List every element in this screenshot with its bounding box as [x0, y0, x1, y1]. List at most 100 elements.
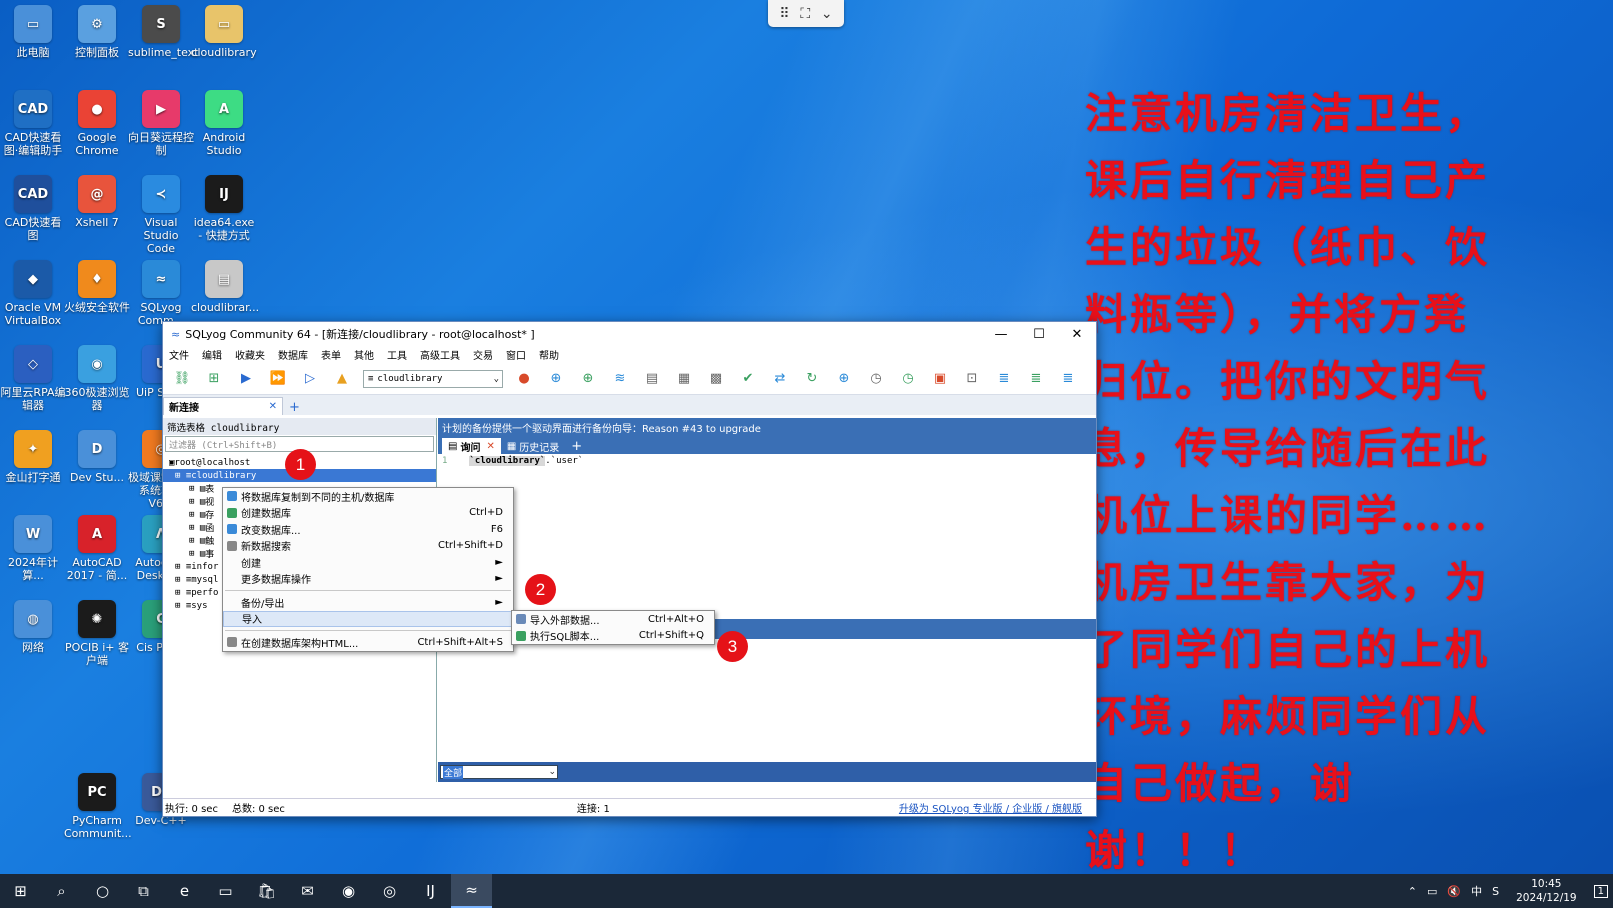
tab-history[interactable]: ▦ 历史记录 — [501, 438, 565, 454]
desktop-icon[interactable]: ≈ SQLyog Comm... — [128, 260, 194, 327]
minimize-button[interactable]: — — [982, 327, 1020, 342]
close-icon[interactable]: ✕ — [269, 401, 277, 412]
close-icon[interactable]: ✕ — [486, 441, 494, 452]
tray-icon[interactable]: 🔇 — [1447, 885, 1461, 898]
taskbar-app-icon[interactable]: ○ — [82, 874, 123, 908]
new-query-icon[interactable]: ⊞ — [203, 368, 225, 390]
sync-icon[interactable]: ≣ — [1025, 368, 1047, 390]
tray-icon[interactable]: S — [1492, 885, 1499, 898]
db-tools-icon[interactable]: ≋ — [609, 368, 631, 390]
menu-item[interactable]: 工具 — [387, 347, 407, 362]
menu-item[interactable]: 表单 — [321, 347, 341, 362]
taskbar-app-icon[interactable]: ◎ — [369, 874, 410, 908]
context-menu-item[interactable]: 新数据搜索 Ctrl+Shift+D — [223, 538, 513, 555]
table-icon[interactable]: ▤ — [641, 368, 663, 390]
info-bar[interactable]: 计划的备份提供一个驱动界面进行备份向导：Reason #43 to upgrad… — [438, 418, 1096, 436]
execute-icon[interactable]: ▶ — [235, 368, 257, 390]
backup-icon[interactable]: ≣ — [1057, 368, 1079, 390]
context-menu-item[interactable]: 更多数据库操作 ► — [223, 571, 513, 588]
menu-item[interactable]: 帮助 — [539, 347, 559, 362]
taskbar-app-icon[interactable]: IJ — [410, 874, 451, 908]
notification-icon[interactable]: 1 — [1593, 884, 1608, 898]
menu-item[interactable]: 收藏夹 — [235, 347, 265, 362]
remote-toolbar[interactable]: ⠿ ⛶ ⌄ — [768, 0, 844, 27]
menu-item[interactable]: 数据库 — [278, 347, 308, 362]
taskbar-app-icon[interactable]: ▭ — [205, 874, 246, 908]
upgrade-link[interactable]: 升级为 SQLyog 专业版 / 企业版 / 旗舰版 — [899, 800, 1082, 815]
taskbar-app-icon[interactable]: ≈ — [451, 874, 492, 908]
context-menu-item[interactable]: 备份/导出 ► — [223, 594, 513, 611]
taskbar-app-icon[interactable]: e — [164, 874, 205, 908]
taskbar-app-icon[interactable]: ⊞ — [0, 874, 41, 908]
desktop-icon[interactable]: A AutoCAD 2017 - 简... — [64, 515, 130, 582]
desktop-icon[interactable]: ⚙ 控制面板 — [64, 5, 130, 59]
desktop-icon[interactable]: ▶ 向日葵远程控制 — [128, 90, 194, 157]
taskbar-app-icon[interactable]: ✉ — [287, 874, 328, 908]
context-menu-item[interactable]: 改变数据库... F6 — [223, 521, 513, 538]
user-icon[interactable]: ● — [513, 368, 535, 390]
designer-icon[interactable]: ⊡ — [961, 368, 983, 390]
desktop-icon[interactable]: ● Google Chrome — [64, 90, 130, 157]
menu-item[interactable]: 编辑 — [202, 347, 222, 362]
grid-icon[interactable]: ⠿ — [779, 6, 789, 22]
desktop-icon[interactable]: A Android Studio — [191, 90, 257, 157]
tray-icon[interactable]: ▭ — [1427, 885, 1437, 898]
context-menu-item[interactable]: 创建 ► — [223, 554, 513, 571]
context-menu-item[interactable]: 在创建数据库架构HTML... Ctrl+Shift+Alt+S — [223, 634, 513, 651]
title-bar[interactable]: ≈ SQLyog Community 64 - [新连接/cloudlibrar… — [163, 322, 1096, 346]
add-tab-icon[interactable]: + — [283, 400, 306, 415]
desktop-icon[interactable]: ♦ 火绒安全软件 — [64, 260, 130, 314]
desktop-icon[interactable]: ◍ 网络 — [0, 600, 66, 654]
context-menu-item[interactable]: 导入外部数据... Ctrl+Alt+O — [512, 611, 714, 628]
alter-db-icon[interactable]: ⊕ — [577, 368, 599, 390]
tray-icon[interactable]: 中 — [1471, 883, 1482, 899]
tab-connection[interactable]: 新连接 ✕ — [163, 397, 283, 415]
desktop-icon[interactable]: ◆ Oracle VM VirtualBox — [0, 260, 66, 327]
desktop-icon[interactable]: ✺ POCIB i+ 客户端 — [64, 600, 130, 667]
desktop-icon[interactable]: ◉ 360极速浏览器 — [64, 345, 130, 412]
import-icon[interactable]: ⊕ — [833, 368, 855, 390]
expand-icon[interactable]: ⛶ — [800, 6, 810, 22]
maximize-button[interactable]: ☐ — [1020, 327, 1058, 342]
menu-item[interactable]: 窗口 — [506, 347, 526, 362]
schema-icon[interactable]: ▲ — [331, 368, 353, 390]
report-icon[interactable]: ▣ — [929, 368, 951, 390]
desktop-icon[interactable]: CAD CAD快速看图·编辑助手 — [0, 90, 66, 157]
menu-item[interactable]: 高级工具 — [420, 347, 460, 362]
desktop-icon[interactable]: ✦ 金山打字通 — [0, 430, 66, 484]
clock-icon[interactable]: ◷ — [865, 368, 887, 390]
chevron-down-icon[interactable]: ⌄ — [821, 6, 833, 22]
clock[interactable]: 10:45 2024/12/19 — [1516, 877, 1577, 905]
result-filter-select[interactable]: 全部 ⌄ — [440, 765, 558, 779]
menu-item[interactable]: 文件 — [169, 347, 189, 362]
database-selector[interactable]: ≡ cloudlibrary ⌄ — [363, 369, 503, 388]
desktop-icon[interactable]: ▤ cloudlibrar... — [191, 260, 259, 314]
table-data-icon[interactable]: ▩ — [705, 368, 727, 390]
desktop-icon[interactable]: @ Xshell 7 — [64, 175, 130, 229]
context-menu-item[interactable]: 执行SQL脚本... Ctrl+Shift+Q — [512, 628, 714, 645]
taskbar-app-icon[interactable]: ◉ — [328, 874, 369, 908]
grid-view-icon[interactable]: ▦ — [673, 368, 695, 390]
desktop-icon[interactable]: ≺ Visual Studio Code — [128, 175, 194, 255]
desktop-icon[interactable]: CAD CAD快速看图 — [0, 175, 66, 242]
add-db-icon[interactable]: ⊕ — [545, 368, 567, 390]
taskbar-app-icon[interactable]: ⧉ — [123, 874, 164, 908]
schedule-icon[interactable]: ◷ — [897, 368, 919, 390]
context-menu-item[interactable]: 将数据库复制到不同的主机/数据库 — [223, 488, 513, 505]
tray-icon[interactable]: ⌃ — [1408, 885, 1417, 898]
desktop-icon[interactable]: Ssublime_text — [128, 5, 199, 59]
desktop-icon[interactable]: ◇ 阿里云RPA编辑器 — [0, 345, 66, 412]
desktop-icon[interactable]: D Dev Stu... — [64, 430, 130, 484]
copy-db-icon[interactable]: ≣ — [993, 368, 1015, 390]
tab-query[interactable]: ▤ 询问 ✕ — [442, 438, 501, 454]
desktop-icon[interactable]: ▭ cloudlibrary — [191, 5, 257, 59]
check-icon[interactable]: ✔ — [737, 368, 759, 390]
desktop-icon[interactable]: IJ idea64.exe - 快捷方式 — [191, 175, 257, 242]
menu-item[interactable]: 交易 — [473, 347, 493, 362]
context-menu-item[interactable]: 导入 — [223, 610, 513, 627]
taskbar-app-icon[interactable]: ⌕ — [41, 874, 82, 908]
close-button[interactable]: ✕ — [1058, 327, 1096, 342]
new-connection-icon[interactable]: ⛓ — [171, 368, 193, 390]
context-menu-item[interactable]: 创建数据库 Ctrl+D — [223, 505, 513, 522]
execute-edit-icon[interactable]: ▷ — [299, 368, 321, 390]
